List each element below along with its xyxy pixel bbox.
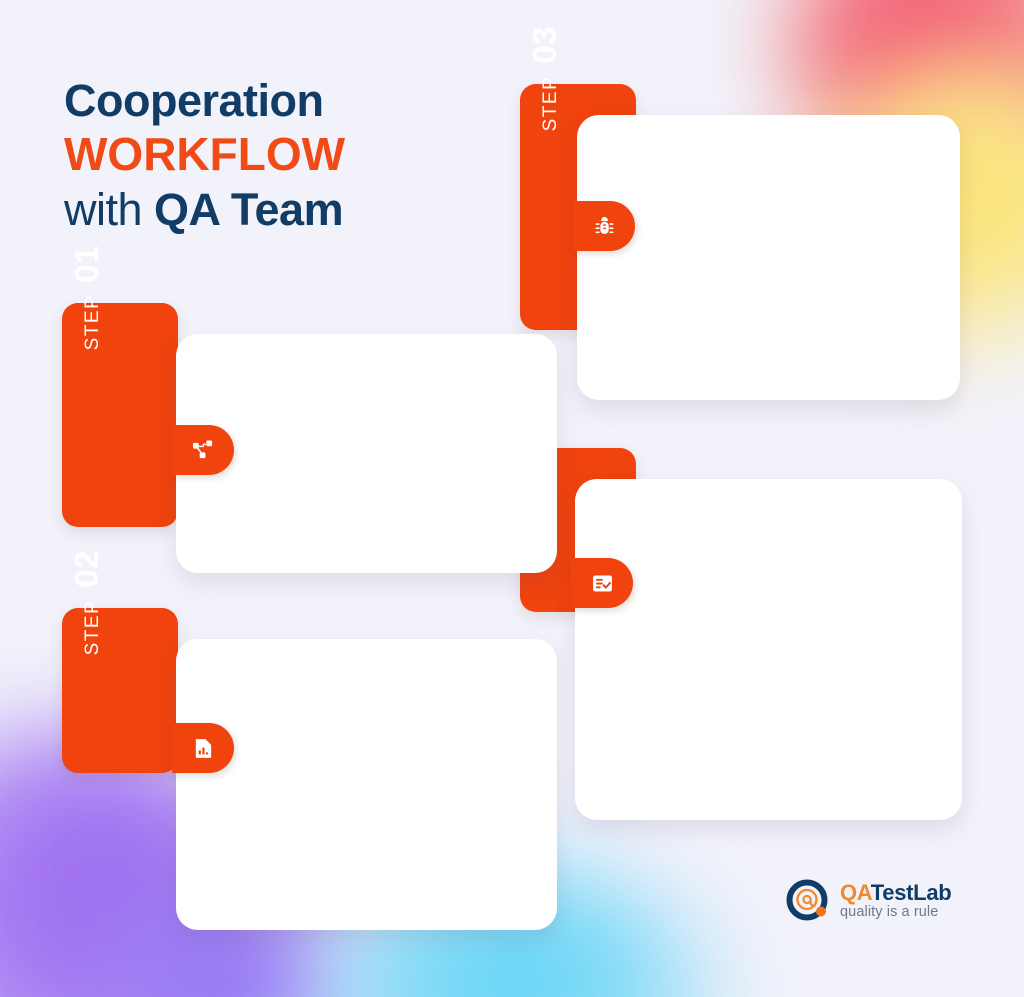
- step-card-04[interactable]: 04 STEP TEST SYSTEM CLOSURE: prepare Tes…: [520, 390, 970, 823]
- step-number-03: 03: [526, 26, 563, 64]
- bug-icon: [573, 201, 635, 251]
- document-chart-icon: [172, 723, 234, 773]
- step-card-02[interactable]: 02 STEP PLANNING: set up the QA team pre…: [62, 550, 557, 933]
- step-word-01: STEP: [82, 294, 103, 351]
- step-panel-03: [577, 115, 960, 400]
- step-number-02: 02: [68, 550, 105, 588]
- title-line-3-bold: QA Team: [154, 183, 344, 235]
- step-word-03: STEP: [540, 75, 561, 132]
- title-line-3-prefix: with: [64, 183, 155, 235]
- step-tab-label-01: 01 STEP: [68, 245, 106, 350]
- step-word-02: STEP: [82, 599, 103, 656]
- step-panel-02: [176, 639, 557, 930]
- step-tab-label-03: 03 STEP: [526, 26, 564, 131]
- step-panel-04: [575, 479, 962, 820]
- title-line-3: with QA Team: [64, 183, 345, 235]
- step-tab-02: 02 STEP: [62, 550, 178, 773]
- checklist-icon: [571, 558, 633, 608]
- logo-name-qa: QA: [840, 880, 871, 906]
- logo-tagline: quality is a rule: [840, 904, 939, 921]
- step-number-01: 01: [68, 245, 105, 283]
- step-tab-01: 01 STEP: [62, 245, 178, 527]
- infographic-canvas: Cooperation WORKFLOW with QA Team 01 STE…: [0, 0, 1024, 997]
- title-line-2: WORKFLOW: [64, 127, 346, 180]
- qatestlab-at-icon: [786, 879, 828, 921]
- logo-name: QATestLab: [840, 880, 952, 906]
- logo-name-testlab: TestLab: [870, 880, 952, 906]
- step-card-01[interactable]: 01 STEP PRE-PROJECT STAGE: recognize the…: [62, 245, 557, 585]
- sitemap-icon: [172, 425, 234, 475]
- title-line-1: Cooperation: [64, 75, 324, 126]
- logo-text-block: QATestLab quality is a rule: [840, 880, 952, 921]
- page-title: Cooperation WORKFLOW with QA Team: [64, 78, 345, 233]
- qatestlab-logo[interactable]: QATestLab quality is a rule: [786, 879, 952, 923]
- step-tab-label-02: 02 STEP: [68, 550, 106, 655]
- step-card-03[interactable]: 03 STEP EXECUTION: report and manag: [520, 26, 965, 402]
